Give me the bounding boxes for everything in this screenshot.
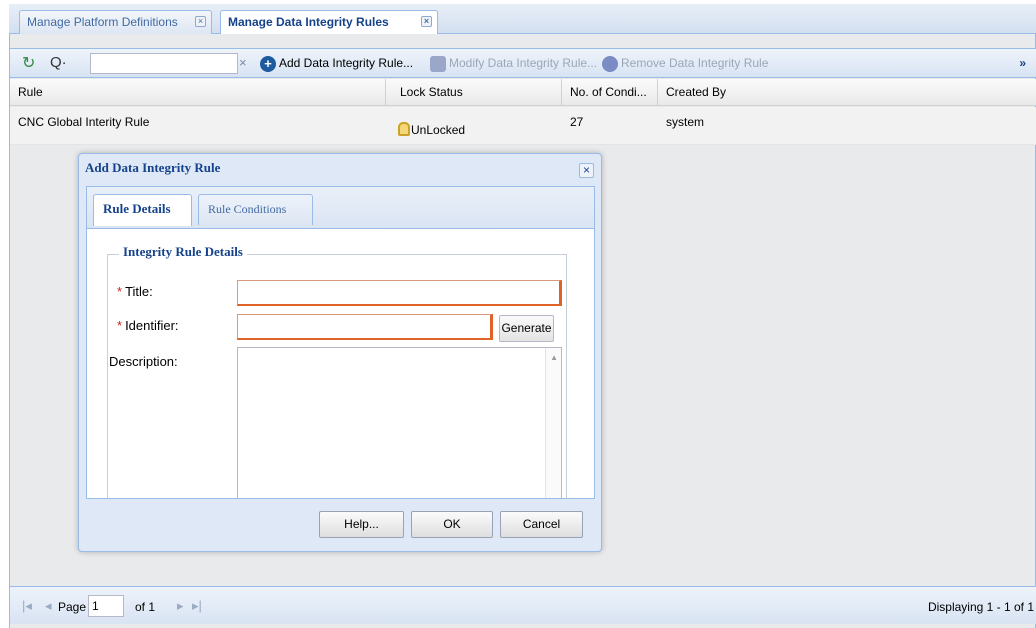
grid-header: Rule Lock Status No. of Condi... Created… — [10, 79, 1036, 106]
refresh-icon[interactable]: ↻ — [22, 55, 40, 73]
search-icon[interactable]: Q· — [50, 54, 67, 72]
scroll-up-icon[interactable]: ▲ — [550, 353, 558, 362]
conditions-count-cell: 27 — [570, 115, 584, 129]
textarea-scrollbar[interactable] — [545, 348, 561, 498]
column-header-rule[interactable]: Rule — [10, 79, 386, 106]
generate-button[interactable]: Generate — [499, 315, 554, 342]
column-header-lock-status[interactable]: Lock Status — [386, 79, 562, 106]
close-dialog-icon[interactable]: × — [579, 163, 594, 178]
display-count-text: Displaying 1 - 1 of 1 — [927, 600, 1034, 614]
dialog-body: Integrity Rule Details * Title: * Identifi… — [86, 228, 595, 499]
rule-name-cell: CNC Global Interity Rule — [18, 115, 150, 129]
paging-toolbar: |◂ ◂ Page of 1 ▸ ▸| Displaying 1 - 1 of … — [10, 586, 1036, 624]
required-marker: * — [117, 318, 123, 333]
add-rule-button[interactable]: + Add Data Integrity Rule... — [260, 49, 413, 77]
created-by-cell: system — [666, 115, 705, 129]
main-tabstrip: Manage Platform Definitions × Manage Dat… — [9, 4, 1036, 35]
required-marker: * — [117, 284, 123, 299]
title-label: * Title: — [117, 284, 153, 299]
description-label: Description: — [109, 354, 178, 369]
plus-icon: + — [260, 55, 276, 72]
search-input[interactable] — [90, 53, 238, 74]
dialog-tabstrip: Rule Details Rule Conditions — [86, 186, 595, 229]
close-tab-icon[interactable]: × — [421, 16, 432, 27]
clear-search-icon[interactable]: × — [239, 54, 247, 72]
ok-button[interactable]: OK — [411, 511, 493, 538]
description-textarea[interactable]: ▲ — [237, 347, 562, 498]
toolbar: ↻ Q· × + Add Data Integrity Rule... Modif… — [10, 48, 1036, 78]
tab-rule-conditions[interactable]: Rule Conditions — [198, 194, 313, 225]
edit-icon — [430, 55, 446, 72]
column-header-created-by[interactable]: Created By — [658, 79, 1036, 106]
prev-page-icon[interactable]: ◂ — [45, 597, 52, 615]
fieldset-legend: Integrity Rule Details — [119, 244, 247, 260]
title-input[interactable] — [237, 280, 562, 306]
overflow-menu-icon[interactable]: » — [1019, 49, 1026, 77]
page-count-label: of 1 — [135, 600, 156, 614]
page-number-input[interactable] — [88, 595, 124, 617]
table-row[interactable]: CNC Global Interity Rule UnLocked 27 sys… — [10, 107, 1036, 145]
cancel-button[interactable]: Cancel — [500, 511, 583, 538]
tab-label: Manage Data Integrity Rules — [228, 15, 389, 29]
column-header-conditions[interactable]: No. of Condi... — [562, 79, 658, 106]
close-tab-icon[interactable]: × — [195, 16, 206, 27]
modify-rule-label: Modify Data Integrity Rule... — [449, 56, 598, 70]
minus-icon — [602, 55, 618, 72]
remove-rule-label: Remove Data Integrity Rule — [621, 56, 769, 70]
modify-rule-button[interactable]: Modify Data Integrity Rule... — [430, 49, 597, 77]
tab-manage-platform-definitions[interactable]: Manage Platform Definitions × — [19, 10, 212, 34]
page-label: Page — [58, 600, 87, 614]
dialog-title: Add Data Integrity Rule — [85, 160, 221, 175]
identifier-input[interactable] — [237, 314, 493, 340]
lock-status-value: UnLocked — [411, 123, 466, 137]
add-rule-label: Add Data Integrity Rule... — [279, 56, 414, 70]
tab-rule-details[interactable]: Rule Details — [93, 194, 192, 226]
unlock-icon — [398, 122, 410, 136]
lock-status-cell: UnLocked — [390, 107, 560, 143]
next-page-icon[interactable]: ▸ — [177, 597, 184, 615]
help-button[interactable]: Help... — [319, 511, 404, 538]
remove-rule-button[interactable]: Remove Data Integrity Rule — [602, 49, 768, 77]
tab-manage-data-integrity-rules[interactable]: Manage Data Integrity Rules × — [220, 10, 438, 35]
tab-label: Manage Platform Definitions — [27, 15, 178, 29]
add-rule-dialog: Add Data Integrity Rule × Rule Details R… — [78, 153, 602, 552]
first-page-icon[interactable]: |◂ — [22, 597, 32, 615]
last-page-icon[interactable]: ▸| — [192, 597, 202, 615]
identifier-label: * Identifier: — [117, 318, 179, 333]
